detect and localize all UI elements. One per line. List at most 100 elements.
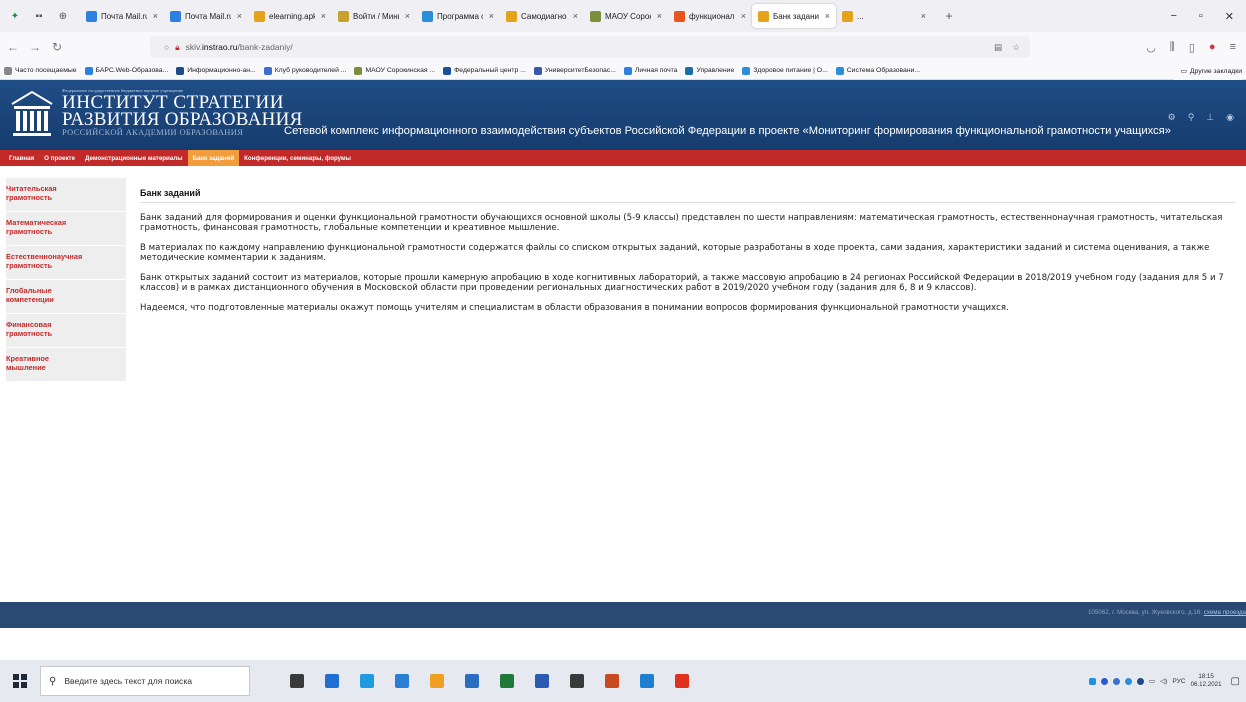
close-tab-icon[interactable]: × (825, 11, 830, 21)
lock-icon[interactable]: 🔒︎ (175, 42, 180, 53)
bookmark-item[interactable]: Личная почта (623, 66, 677, 75)
close-tab-icon[interactable]: × (657, 11, 662, 21)
sidebar-item-label: грамотность (6, 227, 53, 236)
tab-title: МАОУ Сорокинск (605, 11, 651, 21)
close-tab-icon[interactable]: × (573, 11, 578, 21)
close-tab-icon[interactable]: × (405, 11, 410, 21)
browser-tab[interactable]: Самодиагностика × (500, 4, 584, 28)
bookmark-item[interactable]: Часто посещаемые (4, 66, 77, 75)
directions-link[interactable]: схема проезда (1204, 609, 1246, 616)
taskbar-app-icon[interactable] (290, 674, 304, 688)
firefox-view-icon[interactable]: ✦ (8, 9, 22, 23)
sidebar-item[interactable]: Финансовая грамотность (6, 314, 126, 348)
close-tab-icon[interactable]: × (921, 11, 926, 21)
browser-tab[interactable]: Войти / Минпрос × (332, 4, 416, 28)
url-bar[interactable]: ○ 🔒︎ skiv. instrao.ru/bank-zadaniy/ ▤ ☆ (150, 36, 1030, 58)
tray-app-icon[interactable] (1112, 677, 1120, 685)
reader-view-icon[interactable]: ▤ (994, 42, 1002, 53)
taskbar-search[interactable]: ⚲ Введите здесь текст для поиска (40, 666, 250, 696)
browser-tab[interactable]: ... × (836, 4, 932, 28)
sidebar-icon[interactable]: ▯ (1189, 41, 1195, 54)
taskbar-app-icon[interactable] (535, 674, 549, 688)
taskbar-app-icon[interactable] (570, 674, 584, 688)
sitemap-icon[interactable]: ⊥ (1206, 112, 1214, 123)
bookmark-item[interactable]: Федеральный центр ... (443, 66, 526, 75)
taskbar-app-icon[interactable] (395, 674, 409, 688)
taskbar-app-icon[interactable] (675, 674, 689, 688)
taskbar-app-icon[interactable] (360, 674, 374, 688)
reload-icon[interactable]: ↻ (48, 40, 66, 54)
sidebar-item[interactable]: Глобальные компетенции (6, 280, 126, 314)
tray-app-icon[interactable] (1136, 677, 1144, 685)
maximize-icon[interactable]: ▫ (1199, 10, 1203, 22)
bookmark-label: Здоровое питание | О... (753, 67, 828, 74)
search-icon[interactable]: ⚲ (1188, 112, 1195, 123)
globe-icon[interactable]: ⊕ (56, 9, 70, 23)
close-window-icon[interactable]: ✕ (1225, 10, 1234, 23)
tray-app-icon[interactable] (1100, 677, 1108, 685)
taskbar-app-icon[interactable] (605, 674, 619, 688)
menu-item[interactable]: Демонстрационные материалы (80, 150, 188, 166)
close-tab-icon[interactable]: × (321, 11, 326, 21)
bookmark-item[interactable]: БАРС.Web-Образова... (84, 66, 168, 75)
tray-app-icon[interactable] (1124, 677, 1132, 685)
clock-date: 06.12.2021 (1190, 681, 1222, 688)
bookmark-item[interactable]: УниверситетБезопас... (533, 66, 616, 75)
menu-item[interactable]: Главная (4, 150, 39, 166)
close-tab-icon[interactable]: × (489, 11, 494, 21)
browser-tab[interactable]: Почта Mail.ru × (164, 4, 248, 28)
tray-app-icon[interactable] (1088, 677, 1096, 685)
back-icon[interactable]: ← (4, 40, 22, 54)
new-tab-icon[interactable]: + (942, 9, 956, 23)
bookmarks-bar: Часто посещаемые БАРС.Web-Образова... Инфо… (0, 62, 1246, 80)
forward-icon[interactable]: → (26, 40, 44, 54)
start-button[interactable] (0, 660, 40, 702)
bookmark-item[interactable]: Система Образовани... (835, 66, 920, 75)
sidebar-item[interactable]: Математическая грамотность (6, 212, 126, 246)
bookmark-item[interactable]: Здоровое питание | О... (742, 66, 828, 75)
close-tab-icon[interactable]: × (153, 11, 158, 21)
bookmark-item[interactable]: МАОУ Сорокинская ... (354, 66, 435, 75)
taskbar-app-icon[interactable] (430, 674, 444, 688)
browser-tab[interactable]: функциональная × (668, 4, 752, 28)
clock[interactable]: 18:15 06.12.2021 (1191, 673, 1222, 689)
taskbar-app-icon[interactable] (640, 674, 654, 688)
tab-list-icon[interactable]: ▪▪ (32, 9, 46, 23)
browser-tab[interactable]: Почта Mail.ru × (80, 4, 164, 28)
library-icon[interactable]: ⫼ (1170, 41, 1175, 54)
menu-item[interactable]: Конференции, семинары, форумы (239, 150, 356, 166)
bookmark-item[interactable]: Информационно-ан... (176, 66, 256, 75)
bookmark-item[interactable]: Клуб руководителей ... (263, 66, 346, 75)
browser-tab[interactable]: Программа онлай × (416, 4, 500, 28)
volume-icon[interactable]: ◁) (1160, 677, 1167, 685)
taskbar-app-icon[interactable] (500, 674, 514, 688)
bookmark-item[interactable]: Управление (685, 66, 734, 75)
taskbar-app-icon[interactable] (325, 674, 339, 688)
accessibility-icon[interactable]: ◉ (1226, 112, 1234, 123)
menu-icon[interactable]: ≡ (1230, 41, 1236, 53)
language-indicator[interactable]: РУС (1172, 678, 1185, 685)
taskbar-app-icon[interactable] (465, 674, 479, 688)
menu-item[interactable]: Банк заданий (187, 150, 240, 166)
minimize-icon[interactable]: − (1170, 10, 1176, 22)
institute-logo-icon[interactable] (10, 90, 54, 138)
pocket-icon[interactable]: ◡ (1146, 41, 1156, 54)
browser-tab[interactable]: Банк заданий × (752, 4, 836, 28)
close-tab-icon[interactable]: × (237, 11, 242, 21)
network-icon[interactable]: ▭ (1149, 677, 1155, 685)
browser-tab[interactable]: elearning.apkpro.r × (248, 4, 332, 28)
sidebar-item[interactable]: Креативное мышление (6, 348, 126, 382)
tab-favicon-icon (422, 10, 433, 22)
sidebar-item[interactable]: Читательская грамотность (6, 178, 126, 212)
tab-favicon-icon (170, 10, 181, 22)
browser-tab[interactable]: МАОУ Сорокинск × (584, 4, 668, 28)
close-tab-icon[interactable]: × (741, 11, 746, 21)
tracking-shield-icon[interactable]: ○ (164, 42, 169, 52)
other-bookmarks[interactable]: ▭ Другие закладки (1174, 62, 1242, 80)
bookmark-star-icon[interactable]: ☆ (1012, 42, 1020, 53)
extension-icon[interactable]: ● (1209, 41, 1216, 53)
menu-item[interactable]: О проекте (39, 150, 80, 166)
sidebar-item[interactable]: Естественнонаучная грамотность (6, 246, 126, 280)
settings-icon[interactable]: ⚙ (1168, 112, 1176, 123)
notifications-icon[interactable]: ▢ (1231, 676, 1240, 687)
